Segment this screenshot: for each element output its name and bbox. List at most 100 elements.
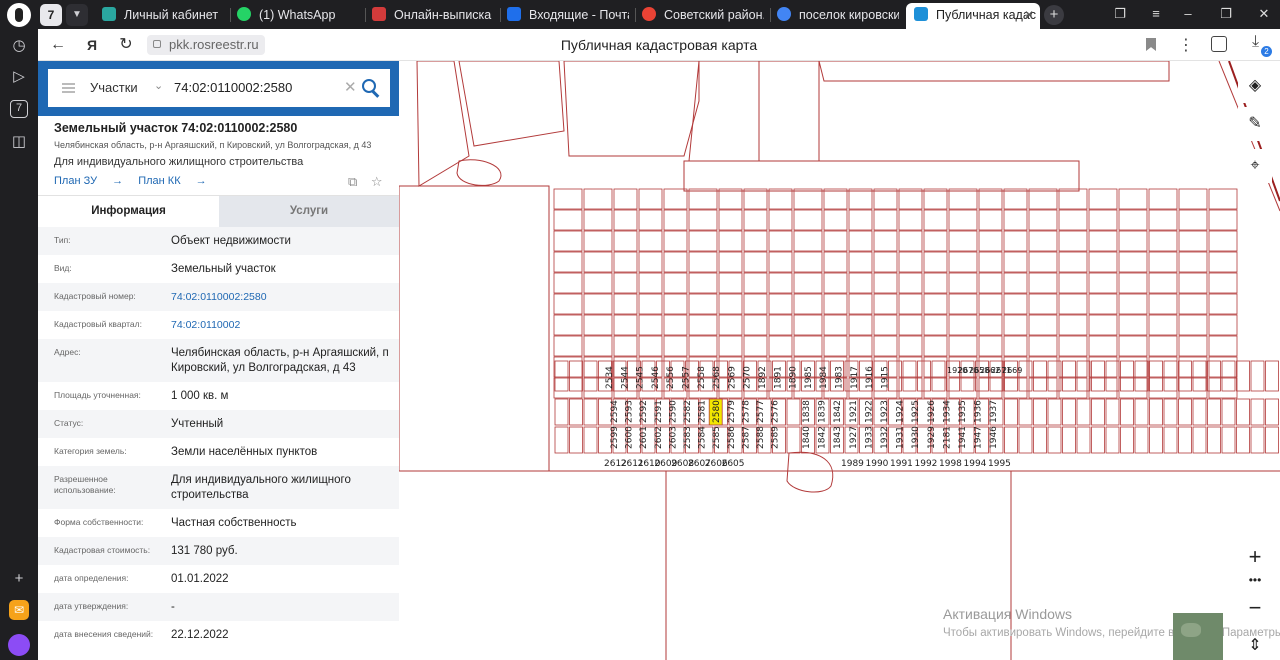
parcel-cell <box>1118 251 1148 273</box>
mail-favicon-icon <box>507 7 521 21</box>
parcel-number-label: 2557 <box>682 366 692 389</box>
parcel-cell <box>1105 398 1120 426</box>
parcel-map-canvas[interactable]: 2534 2544 2545 2546 2556 2557 2558 2568 2569 2570… <box>399 61 1280 660</box>
download-icon[interactable]: ⤓ <box>1252 33 1259 51</box>
parcel-outline <box>818 61 1170 82</box>
layers-icon[interactable]: ◈ <box>1238 69 1272 103</box>
menu-icon[interactable] <box>62 83 75 93</box>
parcel-cell <box>1208 377 1238 399</box>
parcel-cell <box>1047 426 1062 454</box>
parcel-cell <box>613 293 638 315</box>
restore-icon[interactable]: ❐ <box>1216 6 1236 22</box>
more-controls-icon[interactable]: ••• <box>1238 566 1272 594</box>
cadastral-number-link[interactable]: 74:02:0110002:2580 <box>171 290 391 305</box>
parcel-cell <box>898 293 923 315</box>
parcel-cell <box>688 272 718 294</box>
tab-list-chevron-icon[interactable]: ▼ <box>66 4 88 26</box>
ruler-icon[interactable]: ✎ <box>1238 107 1272 141</box>
parcel-cell <box>1058 293 1088 315</box>
more-icon[interactable]: ⋮ <box>1178 35 1194 55</box>
tab-count-button[interactable]: 7 <box>40 4 62 26</box>
parcel-cell <box>1018 426 1033 454</box>
clear-icon[interactable]: ✕ <box>344 78 357 96</box>
tab-pkk[interactable]: Публичная кадастровая карта ✕ <box>906 3 1040 29</box>
tab-egrn[interactable]: Онлайн-выписка ЕГРН <box>372 3 497 27</box>
seven-icon[interactable]: 7 <box>10 100 28 118</box>
parcel-cell <box>1118 230 1148 252</box>
cadastral-quarter-link[interactable]: 74:02:0110002 <box>171 318 391 333</box>
parcel-cell <box>1076 360 1091 392</box>
parcel-cell <box>718 272 743 294</box>
parcel-cell <box>569 398 583 426</box>
tab-favicon-icon <box>642 7 656 21</box>
parcel-cell <box>1076 426 1091 454</box>
menu-icon[interactable]: ≡ <box>1146 6 1166 21</box>
parcel-cell <box>583 251 613 273</box>
history-icon[interactable]: ◷ <box>7 34 31 58</box>
plan-zu-link[interactable]: План ЗУ → <box>54 175 123 187</box>
parcel-cell <box>1118 377 1148 399</box>
search-input[interactable]: 74:02:0110002:2580 <box>174 80 292 95</box>
parcel-number-label: 1915 <box>880 366 890 389</box>
zoom-out-button[interactable]: − <box>1238 591 1272 625</box>
search-type-select[interactable]: Участки <box>90 80 138 95</box>
parcel-number-label: 1842 <box>818 426 828 449</box>
parcel-number-label: 2569 <box>727 366 737 389</box>
parcel-cell <box>1003 335 1028 357</box>
parcel-cell <box>1003 314 1028 336</box>
parcel-cell <box>873 209 898 231</box>
camera-icon[interactable]: ◫ <box>7 130 31 154</box>
parcel-cell <box>1028 272 1058 294</box>
play-icon[interactable]: ▷ <box>7 65 31 89</box>
parcel-number-label: 2603 <box>668 426 678 449</box>
parcel-cell <box>1033 398 1047 426</box>
parcel-number-label: 2579 <box>727 400 737 423</box>
cadastral-map[interactable]: 2534 2544 2545 2546 2556 2557 2558 2568 2569 2570… <box>399 61 1280 660</box>
tab-mail[interactable]: Входящие - Почта Mail.ru <box>507 3 632 27</box>
add-panel-icon[interactable]: + <box>7 567 31 591</box>
plan-kk-link[interactable]: План КК → <box>138 175 206 187</box>
parcel-cell <box>1178 335 1208 357</box>
minimize-icon[interactable]: – <box>1178 6 1198 21</box>
tab-lichnyi-kabinet[interactable]: Личный кабинет <box>102 3 227 27</box>
yandex-logo-icon[interactable] <box>7 3 31 27</box>
pond-outline <box>456 159 502 186</box>
parcel-cell <box>1118 209 1148 231</box>
tab-kirovsky[interactable]: поселок кировский <box>777 3 902 27</box>
satellite-minimap[interactable] <box>1173 613 1223 660</box>
new-tab-button[interactable]: + <box>1044 5 1064 25</box>
close-window-icon[interactable]: ✕ <box>1254 6 1274 22</box>
windows-activation-text: Чтобы активировать Windows, перейдите в … <box>943 627 1280 639</box>
parcel-cell <box>688 293 718 315</box>
parcel-number-label: 2605 <box>722 459 745 469</box>
parcel-cell <box>583 230 613 252</box>
search-icon[interactable] <box>360 77 382 99</box>
field-row-entry-date: дата внесения сведений: 22.12.2022 <box>54 629 229 641</box>
url-field[interactable]: pkk.rosreestr.ru <box>147 35 265 55</box>
parcel-cell <box>1192 360 1207 392</box>
zoom-to-icon[interactable]: ⧉ <box>348 174 357 189</box>
chevron-down-icon[interactable]: ⌄ <box>154 79 163 92</box>
parcel-cell <box>583 426 598 454</box>
mail-icon[interactable]: ✉ <box>9 600 29 620</box>
parcel-cell <box>923 251 948 273</box>
star-icon[interactable]: ☆ <box>371 174 383 189</box>
tab-sovetsky[interactable]: Советский район. Поиск <box>642 3 767 27</box>
tab-services[interactable]: Услуги <box>219 196 399 228</box>
parcel-cell <box>1207 398 1221 426</box>
parcel-cell <box>793 230 823 252</box>
alice-icon[interactable] <box>8 634 30 656</box>
parcel-cell <box>1028 335 1058 357</box>
extensions-icon[interactable] <box>1211 36 1227 52</box>
tab-favicon-icon <box>372 7 386 21</box>
parcel-cell <box>948 377 978 399</box>
tab-whatsapp[interactable]: (1) WhatsApp <box>237 3 362 27</box>
locate-icon[interactable]: ⌖ <box>1238 149 1272 183</box>
tab-info[interactable]: Информация <box>38 196 219 228</box>
parcel-cell <box>1058 251 1088 273</box>
collections-icon[interactable]: ❐ <box>1110 6 1130 22</box>
parcel-cell <box>1028 230 1058 252</box>
parcel-number-label: 1838 <box>802 400 812 423</box>
field-row-permitted-use: Разрешенное использование: Для индивидуа… <box>38 466 399 509</box>
close-tab-icon[interactable]: ✕ <box>1024 3 1034 27</box>
